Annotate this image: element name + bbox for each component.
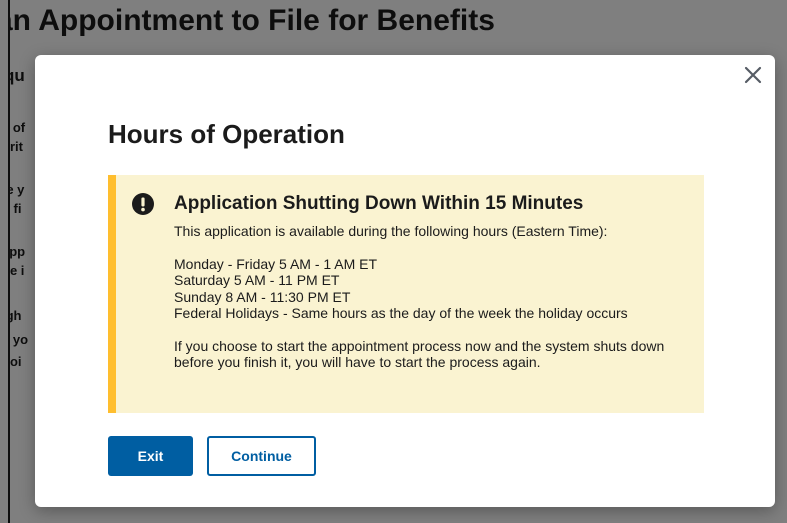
close-button[interactable] — [741, 63, 765, 87]
continue-button[interactable]: Continue — [207, 436, 316, 476]
hours-line: Federal Holidays - Same hours as the day… — [174, 305, 628, 321]
exclamation-circle-icon — [132, 193, 154, 215]
alert-warning: If you choose to start the appointment p… — [174, 337, 665, 371]
exit-button[interactable]: Exit — [108, 436, 193, 476]
warning-alert: Application Shutting Down Within 15 Minu… — [108, 175, 704, 413]
modal-heading: Hours of Operation — [108, 119, 345, 149]
close-icon — [744, 66, 762, 84]
hours-of-operation-modal: Hours of Operation Application Shutting … — [35, 55, 775, 507]
hours-line: Sunday 8 AM - 11:30 PM ET — [174, 288, 351, 305]
hours-line: Saturday 5 AM - 11 PM ET — [174, 272, 340, 288]
alert-intro: This application is available during the… — [174, 223, 608, 239]
hours-line: Monday - Friday 5 AM - 1 AM ET — [174, 255, 378, 272]
alert-heading: Application Shutting Down Within 15 Minu… — [174, 193, 584, 214]
alert-body: This application is available during the… — [174, 223, 694, 371]
